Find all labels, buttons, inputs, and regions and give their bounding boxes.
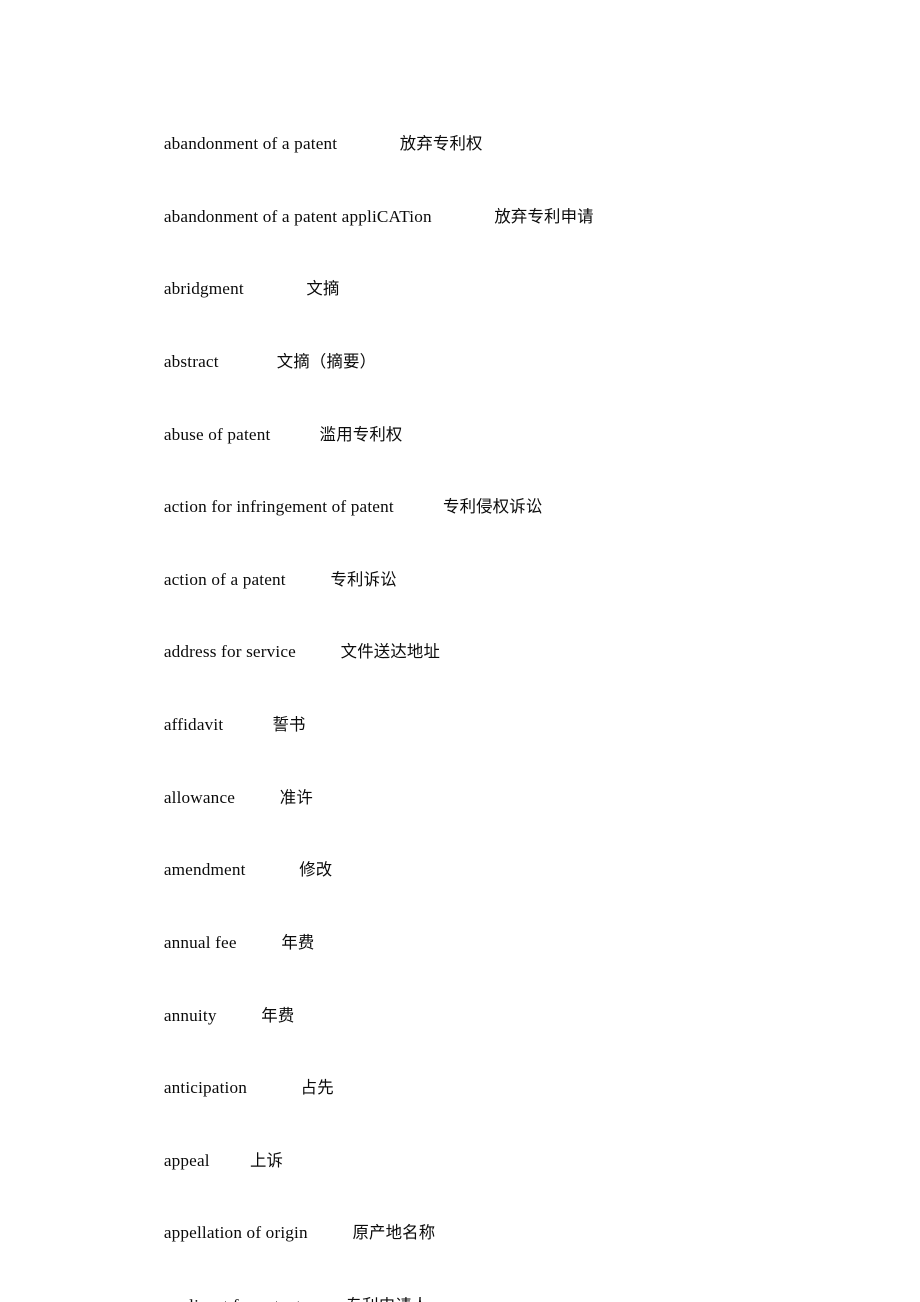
glossary-entry: affidavit 誓书 [137,689,785,762]
column-gap [337,134,400,153]
glossary-entry: abstract 文摘（摘要） [137,326,785,399]
term-chinese: 专利诉讼 [330,569,397,589]
term-english: annual fee [163,932,237,952]
glossary-entry: address for service 文件送达地址 [137,616,785,689]
column-gap [270,425,319,444]
term-english: anticipation [163,1078,248,1098]
glossary-entry: anticipation 占先 [137,1052,785,1125]
glossary-body: abandonment of a patent 放弃专利权 abandonmen… [137,108,785,1302]
term-chinese: 年费 [261,1005,295,1025]
term-chinese: 上诉 [249,1150,284,1170]
term-english: action for infringement of patent [163,497,394,517]
term-chinese: 专利侵权诉讼 [443,497,543,517]
column-gap [244,279,307,298]
term-chinese: 放弃专利申请 [494,206,594,226]
term-english: action of a patent [163,569,286,589]
term-chinese: 文摘 [306,279,340,299]
glossary-entry: abuse of patent 滥用专利权 [137,398,785,471]
column-gap [217,1006,262,1025]
term-english: applicant for patent [164,1296,301,1302]
column-gap [394,497,443,516]
column-gap [219,352,277,371]
term-chinese: 原产地名称 [352,1223,436,1243]
term-english: affidavit [163,715,224,735]
glossary-entry: appellation of origin 原产地名称 [137,1197,785,1270]
document-page: abandonment of a patent 放弃专利权 abandonmen… [0,0,920,1302]
column-gap [432,207,495,226]
glossary-entry: amendment 修改 [137,834,785,907]
term-chinese: 放弃专利权 [399,134,483,154]
term-chinese: 年费 [281,932,315,952]
term-chinese: 专利申请人 [346,1296,429,1302]
term-english: appeal [163,1150,210,1170]
column-gap [301,1296,346,1302]
term-english: abridgment [163,279,244,299]
glossary-entry: abandonment of a patent 放弃专利权 [137,108,785,181]
term-chinese: 准许 [279,787,313,807]
column-gap [235,788,280,807]
term-english: abuse of patent [163,424,271,444]
term-chinese: 文件送达地址 [340,642,441,662]
column-gap [308,1223,353,1242]
glossary-entry: allowance 准许 [137,761,785,834]
glossary-entry: appeal 上诉 [137,1125,785,1198]
term-chinese: 占先 [300,1078,334,1098]
term-english: abstract [163,352,219,372]
term-english: address for service [163,642,296,662]
column-gap [223,715,272,734]
column-gap [247,1078,301,1097]
term-english: abandonment of a patent [163,134,338,154]
column-gap [246,860,300,879]
column-gap [210,1151,250,1170]
column-gap [237,933,282,952]
column-gap [286,570,331,589]
glossary-entry: applicant for patent 专利申请人 [137,1270,785,1302]
term-chinese: 修改 [299,860,333,880]
glossary-entry: abridgment 文摘 [137,253,785,326]
term-english: annuity [163,1005,217,1025]
term-chinese: 滥用专利权 [319,424,403,444]
term-chinese: 誓书 [272,715,306,735]
glossary-entry: annual fee 年费 [137,907,785,980]
term-english: abandonment of a patent appliCATion [163,206,432,226]
glossary-entry: annuity 年费 [137,979,785,1052]
glossary-entry: action of a patent 专利诉讼 [137,544,785,617]
term-chinese: 文摘（摘要） [276,352,377,372]
term-english: allowance [163,787,236,807]
column-gap [296,642,341,661]
glossary-entry: action for infringement of patent 专利侵权诉讼 [137,471,785,544]
glossary-entry: abandonment of a patent appliCATion 放弃专利… [137,181,785,254]
term-english: amendment [163,860,246,880]
term-english: appellation of origin [163,1223,308,1243]
